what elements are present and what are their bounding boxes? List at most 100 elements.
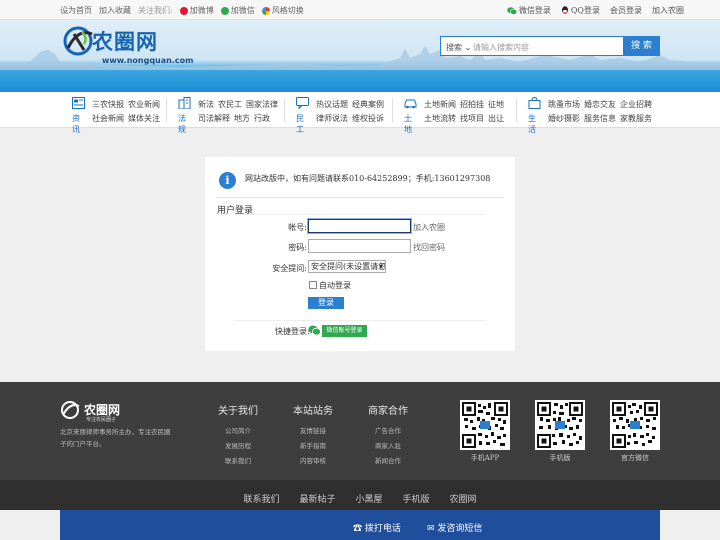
notice-text: 网站改版中，如有问题请联系010-64252899；手机:13601297308 [245, 174, 491, 183]
quick-login-label: 快捷登录: [275, 327, 310, 336]
nav-divider [284, 98, 285, 122]
nav-link[interactable]: 征地 [488, 100, 504, 109]
follow-us-label: 关注我们: [138, 6, 173, 15]
account-label: 帐号: [288, 223, 307, 232]
nav-link[interactable]: 农业新闻 [128, 100, 160, 109]
footer-bottom-link[interactable]: 小黑屋 [355, 492, 382, 505]
join-link[interactable]: 加入农圈 [652, 5, 684, 16]
footer-bottom-link[interactable]: 联系我们 [243, 492, 279, 505]
nav-link[interactable]: 司法解释 [198, 114, 230, 123]
nav-link[interactable]: 家教服务 [620, 114, 652, 123]
account-row: 帐号: 加入农圈 [205, 219, 515, 235]
footer-link[interactable]: 新闻合作 [358, 454, 418, 469]
divider [235, 320, 485, 321]
nav-link[interactable]: 婚纱摄影 [548, 114, 580, 123]
nav-link[interactable]: 新法 [198, 100, 214, 109]
divider [235, 214, 485, 215]
nav-link[interactable]: 土地流转 [424, 114, 456, 123]
footer-link[interactable]: 联系我们 [208, 454, 268, 469]
nav-cat-life[interactable]: 生活 [528, 113, 536, 135]
nav-link[interactable]: 企业招聘 [620, 100, 652, 109]
footer: 农圈网 专注农民圈子 北京来丽律师事务所主办，专注农民圈子的门户平台。 关于我们… [0, 382, 720, 480]
contact-bar: ☎ 拨打电话 ✉ 发咨询短信 [60, 510, 660, 540]
footer-link[interactable]: 发展历程 [208, 439, 268, 454]
nav-link[interactable]: 维权投诉 [352, 114, 384, 123]
footer-link[interactable]: 广告合作 [358, 424, 418, 439]
qr-code-app [460, 400, 510, 450]
nav-link[interactable]: 行政 [254, 114, 270, 123]
footer-col-heading: 本站站务 [293, 406, 333, 417]
nav-link[interactable]: 热议话题 [316, 100, 348, 109]
auto-login-label: 自动登录 [319, 281, 351, 290]
nav-link[interactable]: 土地新闻 [424, 100, 456, 109]
category-nav: 资讯 三农快报 农业新闻 社会新闻 媒体关注 法规 新法 农民工 国家法律 司法解释 地方… [0, 92, 720, 134]
nav-cat-workers[interactable]: 民工 [296, 113, 304, 135]
top-bar: 设为首页 加入收藏 关注我们: 加微博 加微信 风格切换 微信登录 QQ登录 会… [0, 0, 720, 20]
search-scope-select[interactable]: 搜索 ⌄ [446, 42, 471, 53]
auto-login-checkbox[interactable] [309, 281, 317, 289]
wechat-login-label: 微信登录 [518, 6, 551, 15]
nav-row: 社会新闻 媒体关注 [92, 113, 164, 124]
weibo-label: 加微博 [189, 6, 214, 15]
security-question-select[interactable]: 安全提问(未设置请忽略) ▾ [308, 260, 386, 273]
footer-link[interactable]: 友情链接 [283, 424, 343, 439]
nav-link[interactable]: 农民工 [218, 100, 242, 109]
nav-row: 跳蚤市场 婚恋交友 企业招聘 [548, 99, 656, 110]
nav-link[interactable]: 招拍挂 [460, 100, 484, 109]
set-home-link[interactable]: 设为首页 [60, 5, 92, 16]
nav-link[interactable]: 出让 [488, 114, 504, 123]
nav-divider [516, 98, 517, 122]
footer-bottom-link[interactable]: 手机版 [403, 492, 430, 505]
footer-link[interactable]: 商家入驻 [358, 439, 418, 454]
call-phone-button[interactable]: ☎ 拨打电话 [353, 521, 401, 534]
forgot-password-link[interactable]: 找回密码 [413, 242, 445, 253]
logo-emblem-icon [61, 401, 80, 419]
nav-link[interactable]: 国家法律 [246, 100, 278, 109]
nav-row: 新法 农民工 国家法律 [198, 99, 282, 110]
style-switch-link[interactable]: 风格切换 [261, 5, 304, 16]
nav-link[interactable]: 三农快报 [92, 100, 124, 109]
footer-bottom-link[interactable]: 最新帖子 [299, 492, 335, 505]
password-input[interactable] [308, 239, 411, 253]
qq-login-link[interactable]: QQ登录 [561, 5, 600, 16]
login-card: i 网站改版中，如有问题请联系010-64252899；手机:136012973… [205, 157, 515, 351]
chevron-down-icon: ⌄ [464, 43, 472, 52]
search-input[interactable]: 请输入搜索内容 [473, 42, 529, 53]
login-button[interactable]: 登录 [308, 297, 344, 309]
member-login-link[interactable]: 会员登录 [610, 5, 642, 16]
footer-link[interactable]: 新手指南 [283, 439, 343, 454]
join-link[interactable]: 加入农圈 [413, 222, 445, 233]
nav-link[interactable]: 律师说法 [316, 114, 348, 123]
nav-link[interactable]: 找项目 [460, 114, 484, 123]
nav-link[interactable]: 跳蚤市场 [548, 100, 580, 109]
nav-cat-land[interactable]: 土地 [404, 113, 412, 135]
style-switch-label: 风格切换 [271, 6, 304, 15]
weibo-link[interactable]: 加微博 [179, 5, 214, 16]
wechat-login-link[interactable]: 微信登录 [507, 5, 551, 16]
search-button[interactable]: 搜 索 [623, 36, 660, 56]
footer-links-bar: 联系我们 最新帖子 小黑屋 手机版 农圈网 [0, 480, 720, 510]
footer-bottom-link[interactable]: 农圈网 [450, 492, 477, 505]
weixin-link[interactable]: 加微信 [220, 5, 255, 16]
add-favorite-link[interactable]: 加入收藏 [99, 5, 131, 16]
qr-code-wechat [610, 400, 660, 450]
nav-row: 律师说法 维权投诉 [316, 113, 388, 124]
footer-link[interactable]: 公司简介 [208, 424, 268, 439]
shopping-bag-icon [528, 97, 541, 109]
nav-cat-law[interactable]: 法规 [178, 113, 186, 135]
nav-link[interactable]: 社会新闻 [92, 114, 124, 123]
send-sms-button[interactable]: ✉ 发咨询短信 [427, 521, 482, 534]
top-bar-left: 设为首页 加入收藏 关注我们: 加微博 加微信 风格切换 [60, 5, 304, 16]
nav-link[interactable]: 地方 [234, 114, 250, 123]
footer-link[interactable]: 内容审核 [283, 454, 343, 469]
wechat-login-button[interactable]: 微信账号登录 [322, 325, 367, 337]
logo-url-text: www.nongquan.com [102, 56, 194, 65]
nav-link[interactable]: 经典案例 [352, 100, 384, 109]
account-input[interactable] [308, 219, 411, 233]
nav-link[interactable]: 服务信息 [584, 114, 616, 123]
nav-row: 土地流转 找项目 出让 [424, 113, 508, 124]
nav-link[interactable]: 婚恋交友 [584, 100, 616, 109]
qr-label: 手机版 [549, 454, 571, 462]
nav-link[interactable]: 媒体关注 [128, 114, 160, 123]
nav-cat-news[interactable]: 资讯 [72, 113, 80, 135]
